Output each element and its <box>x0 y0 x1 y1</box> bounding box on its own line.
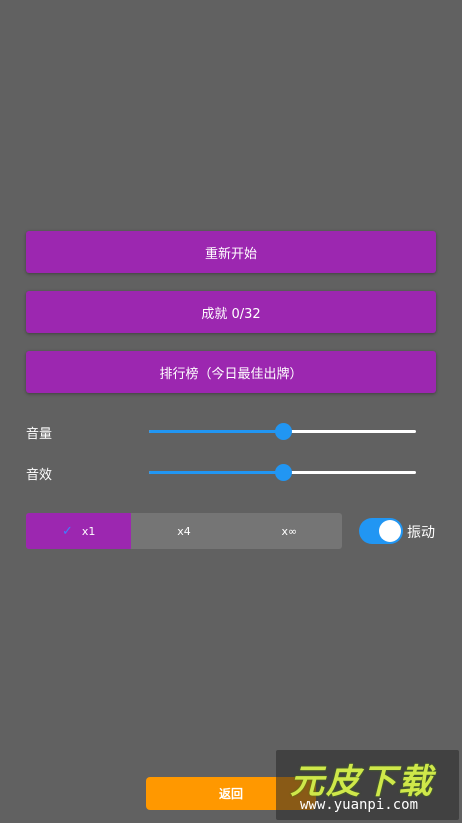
vibration-toggle[interactable] <box>359 518 403 544</box>
sfx-volume-slider[interactable] <box>149 464 416 481</box>
music-volume-fill <box>149 430 283 433</box>
restart-button[interactable]: 重新开始 <box>26 231 436 273</box>
vibration-label: 振动 <box>407 525 435 541</box>
achievements-button[interactable]: 成就 0/32 <box>26 291 436 333</box>
watermark-title: 元皮下载 <box>290 762 434 802</box>
sfx-volume-fill <box>149 471 283 474</box>
speed-option-label: x4 <box>177 524 191 538</box>
sfx-volume-thumb[interactable] <box>274 464 292 481</box>
vibration-toggle-knob <box>379 520 401 542</box>
back-button-label: 返回 <box>218 787 243 801</box>
achievements-button-label: 成就 0/32 <box>201 306 261 322</box>
leaderboard-button[interactable]: 排行榜（今日最佳出牌） <box>26 351 436 393</box>
watermark-url: www.yuanpi.com <box>300 797 419 813</box>
music-volume-label: 音量 <box>26 427 53 442</box>
speed-option-x1[interactable]: ✓ x1 <box>26 513 132 549</box>
music-volume-slider[interactable] <box>149 423 416 440</box>
speed-option-x4[interactable]: x4 <box>131 513 236 549</box>
sfx-volume-label: 音效 <box>26 468 53 483</box>
restart-button-label: 重新开始 <box>204 246 257 262</box>
watermark-logo: 元皮下载 www.yuanpi.com <box>276 750 459 820</box>
speed-option-label: x∞ <box>281 524 298 538</box>
sfx-volume-row: 音效 <box>26 461 426 485</box>
music-volume-thumb[interactable] <box>274 423 292 440</box>
speed-option-xinf[interactable]: x∞ <box>237 513 342 549</box>
leaderboard-button-label: 排行榜（今日最佳出牌） <box>159 366 303 382</box>
speed-option-label: x1 <box>81 524 96 538</box>
speed-selector: ✓ x1 x4 x∞ <box>26 513 342 549</box>
music-volume-row: 音量 <box>26 420 426 444</box>
check-icon: ✓ <box>61 523 73 539</box>
